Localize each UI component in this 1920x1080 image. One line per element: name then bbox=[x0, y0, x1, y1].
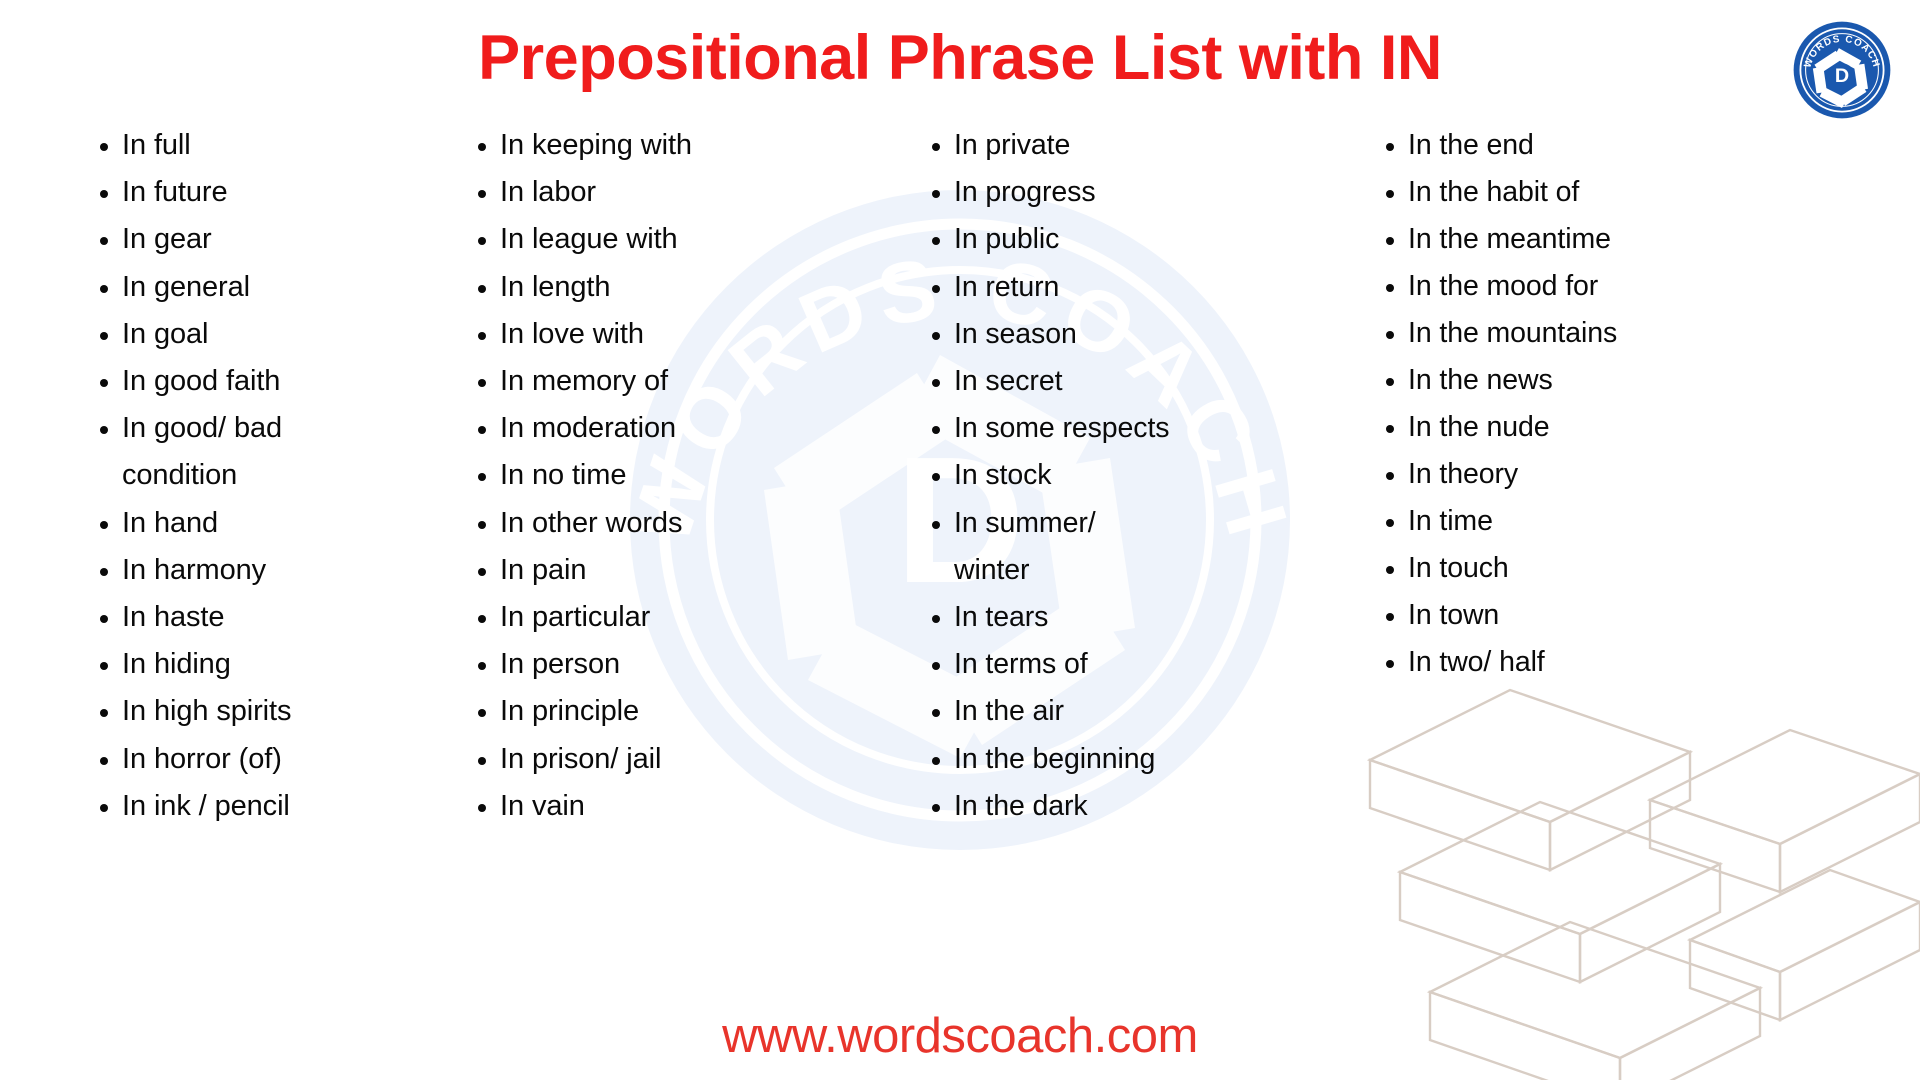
list-item: In tears bbox=[932, 594, 1350, 641]
list-item: In particular bbox=[478, 594, 900, 641]
list-item: In hand bbox=[100, 500, 450, 547]
phrase-list-4: In the end In the habit of In the meantime… bbox=[1372, 122, 1850, 686]
list-item: In private bbox=[932, 122, 1350, 169]
list-item: In memory of bbox=[478, 358, 900, 405]
list-item: In some respects bbox=[932, 405, 1350, 452]
list-item: In gear bbox=[100, 216, 450, 263]
list-item: In person bbox=[478, 641, 900, 688]
list-item: In good/ bad condition bbox=[100, 405, 450, 499]
list-item: In terms of bbox=[932, 641, 1350, 688]
list-item: In stock bbox=[932, 452, 1350, 499]
phrase-list-1: In full In future In gear In general In goal… bbox=[86, 122, 450, 830]
list-item: In the news bbox=[1386, 357, 1850, 404]
list-item: In the habit of bbox=[1386, 169, 1850, 216]
list-item: In other words bbox=[478, 500, 900, 547]
list-item: In goal bbox=[100, 311, 450, 358]
phrase-list-2: In keeping with In labor In league with In … bbox=[464, 122, 900, 830]
list-item: In season bbox=[932, 311, 1350, 358]
list-item: In two/ half bbox=[1386, 639, 1850, 686]
list-item: In the beginning bbox=[932, 736, 1350, 783]
list-item: In theory bbox=[1386, 451, 1850, 498]
list-item: In full bbox=[100, 122, 450, 169]
logo-center-letter: D bbox=[1835, 65, 1849, 87]
phrase-columns: In full In future In gear In general In goal… bbox=[0, 122, 1920, 830]
list-item: In love with bbox=[478, 311, 900, 358]
list-item: In ink / pencil bbox=[100, 783, 450, 830]
list-item: In time bbox=[1386, 498, 1850, 545]
list-item: In the nude bbox=[1386, 404, 1850, 451]
list-item: In town bbox=[1386, 592, 1850, 639]
list-item: In secret bbox=[932, 358, 1350, 405]
list-item: In the air bbox=[932, 688, 1350, 735]
page-title: Prepositional Phrase List with IN bbox=[478, 23, 1442, 93]
list-item: In future bbox=[100, 169, 450, 216]
list-item: In the end bbox=[1386, 122, 1850, 169]
list-item: In the dark bbox=[932, 783, 1350, 830]
list-item: In principle bbox=[478, 688, 900, 735]
list-item: In league with bbox=[478, 216, 900, 263]
list-item: In the mountains bbox=[1386, 310, 1850, 357]
list-item: In the mood for bbox=[1386, 263, 1850, 310]
list-item: In labor bbox=[478, 169, 900, 216]
list-item: In hiding bbox=[100, 641, 450, 688]
list-item: In moderation bbox=[478, 405, 900, 452]
list-item: In touch bbox=[1386, 545, 1850, 592]
list-item: In return bbox=[932, 264, 1350, 311]
phrase-column-3: In private In progress In public In return I… bbox=[900, 122, 1350, 830]
list-item: In good faith bbox=[100, 358, 450, 405]
list-item: In public bbox=[932, 216, 1350, 263]
phrase-column-4: In the end In the habit of In the meantime… bbox=[1350, 122, 1850, 830]
list-item: In vain bbox=[478, 783, 900, 830]
list-item: In high spirits bbox=[100, 688, 450, 735]
list-item: In progress bbox=[932, 169, 1350, 216]
phrase-column-1: In full In future In gear In general In goal… bbox=[0, 122, 450, 830]
words-coach-logo: WORDS COACH D bbox=[1791, 19, 1893, 121]
list-item: In no time bbox=[478, 452, 900, 499]
list-item: In length bbox=[478, 264, 900, 311]
list-item: In keeping with bbox=[478, 122, 900, 169]
list-item: In harmony bbox=[100, 547, 450, 594]
website-url[interactable]: www.wordscoach.com bbox=[0, 1008, 1920, 1064]
list-item: In general bbox=[100, 264, 450, 311]
list-item: In haste bbox=[100, 594, 450, 641]
list-item: In summer/ winter bbox=[932, 500, 1350, 594]
list-item: In the meantime bbox=[1386, 216, 1850, 263]
list-item: In pain bbox=[478, 547, 900, 594]
list-item: In prison/ jail bbox=[478, 736, 900, 783]
list-item: In horror (of) bbox=[100, 736, 450, 783]
phrase-list-3: In private In progress In public In return I… bbox=[918, 122, 1350, 830]
phrase-column-2: In keeping with In labor In league with In … bbox=[450, 122, 900, 830]
